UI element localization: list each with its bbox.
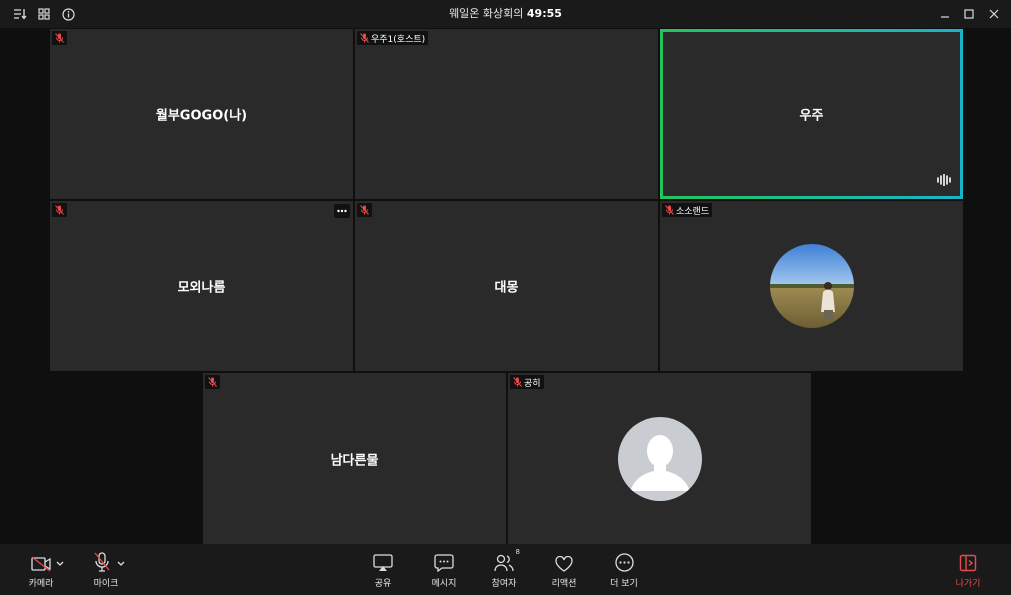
muted-badge bbox=[52, 31, 67, 45]
heart-icon bbox=[555, 556, 573, 572]
participant-tile[interactable]: 모외나름 bbox=[50, 201, 353, 371]
muted-badge bbox=[205, 375, 220, 389]
meeting-toolbar: 카메라 마이크 공유 메시지 8 참여자 리액션 더 보기 나가기 bbox=[0, 544, 1011, 595]
muted-badge: 소소랜드 bbox=[662, 203, 713, 217]
muted-badge bbox=[357, 203, 372, 217]
reaction-label: 리액션 bbox=[551, 579, 577, 589]
participant-tile[interactable]: 우주1(호스트) bbox=[355, 29, 658, 199]
camera-button[interactable]: 카메라 bbox=[18, 550, 78, 590]
muted-badge: 우주1(호스트) bbox=[357, 31, 429, 45]
user-silhouette-icon bbox=[617, 416, 702, 501]
participant-label: 우주1(호스트) bbox=[371, 34, 426, 45]
share-label: 공유 bbox=[374, 579, 392, 589]
participants-label: 참여자 bbox=[491, 579, 517, 589]
more-button[interactable]: 더 보기 bbox=[594, 550, 654, 590]
minimize-button[interactable] bbox=[937, 6, 953, 22]
mic-off-icon bbox=[665, 205, 674, 215]
more-label: 더 보기 bbox=[610, 579, 638, 589]
participants-button[interactable]: 8 참여자 bbox=[474, 548, 534, 590]
more-circle-icon bbox=[614, 553, 634, 572]
share-button[interactable]: 공유 bbox=[353, 550, 413, 590]
mic-off-icon bbox=[55, 33, 64, 43]
close-button[interactable] bbox=[986, 6, 1002, 22]
mic-off-icon bbox=[55, 205, 64, 215]
participant-name: 우주 bbox=[799, 108, 824, 124]
maximize-button[interactable] bbox=[961, 6, 977, 22]
window-title: 웨일온 화상회의 49:55 bbox=[0, 0, 1011, 28]
participant-name: 모외나름 bbox=[177, 280, 226, 296]
leave-label: 나가기 bbox=[955, 579, 981, 589]
participant-tile[interactable]: 소소랜드 bbox=[660, 201, 963, 371]
participant-name: 월부GOGO(나) bbox=[155, 108, 248, 124]
people-icon bbox=[494, 554, 514, 572]
screen-share-icon bbox=[373, 554, 393, 571]
title-bar: 웨일온 화상회의 49:55 bbox=[0, 0, 1011, 28]
participant-tile[interactable]: 대몽 bbox=[355, 201, 658, 371]
chat-bubble-icon bbox=[434, 554, 454, 572]
default-avatar bbox=[617, 416, 702, 501]
camera-label: 카메라 bbox=[28, 579, 54, 589]
leave-button[interactable]: 나가기 bbox=[938, 550, 998, 590]
muted-badge bbox=[52, 203, 67, 217]
muted-badge: 공히 bbox=[510, 375, 544, 389]
tile-more-button[interactable] bbox=[334, 204, 350, 218]
message-button[interactable]: 메시지 bbox=[414, 550, 474, 590]
mic-button[interactable]: 마이크 bbox=[80, 550, 140, 590]
mic-label: 마이크 bbox=[93, 579, 119, 589]
participant-tile[interactable]: 월부GOGO(나) bbox=[50, 29, 353, 199]
participants-count: 8 bbox=[515, 548, 520, 556]
mic-off-icon bbox=[208, 377, 217, 387]
profile-photo bbox=[769, 244, 854, 328]
message-label: 메시지 bbox=[431, 579, 457, 589]
video-grid: 월부GOGO(나) 우주1(호스트) 우주 모외나름 대몽 소소랜드 남다른물 … bbox=[0, 28, 1011, 544]
chevron-down-icon[interactable] bbox=[55, 560, 65, 568]
participant-tile[interactable]: 공히 bbox=[508, 373, 811, 544]
leave-door-icon bbox=[959, 554, 977, 572]
reaction-button[interactable]: 리액션 bbox=[534, 550, 594, 590]
participant-label: 공히 bbox=[524, 378, 541, 389]
speaking-indicator-icon bbox=[936, 171, 952, 190]
participant-tile[interactable]: 남다른물 bbox=[203, 373, 506, 544]
more-dots-icon bbox=[337, 209, 347, 213]
mic-off-icon bbox=[360, 205, 369, 215]
meeting-timer: 49:55 bbox=[526, 7, 562, 20]
participant-name: 대몽 bbox=[494, 280, 519, 296]
participant-name: 남다른물 bbox=[330, 453, 379, 468]
active-speaker-tile[interactable]: 우주 bbox=[660, 29, 963, 199]
meeting-title: 웨일온 화상회의 bbox=[449, 7, 524, 20]
mic-off-icon bbox=[513, 377, 522, 387]
mic-off-icon bbox=[360, 33, 369, 43]
participant-label: 소소랜드 bbox=[676, 206, 710, 217]
camera-off-icon bbox=[31, 556, 51, 572]
chevron-down-icon[interactable] bbox=[116, 560, 126, 568]
mic-off-icon bbox=[94, 552, 110, 572]
